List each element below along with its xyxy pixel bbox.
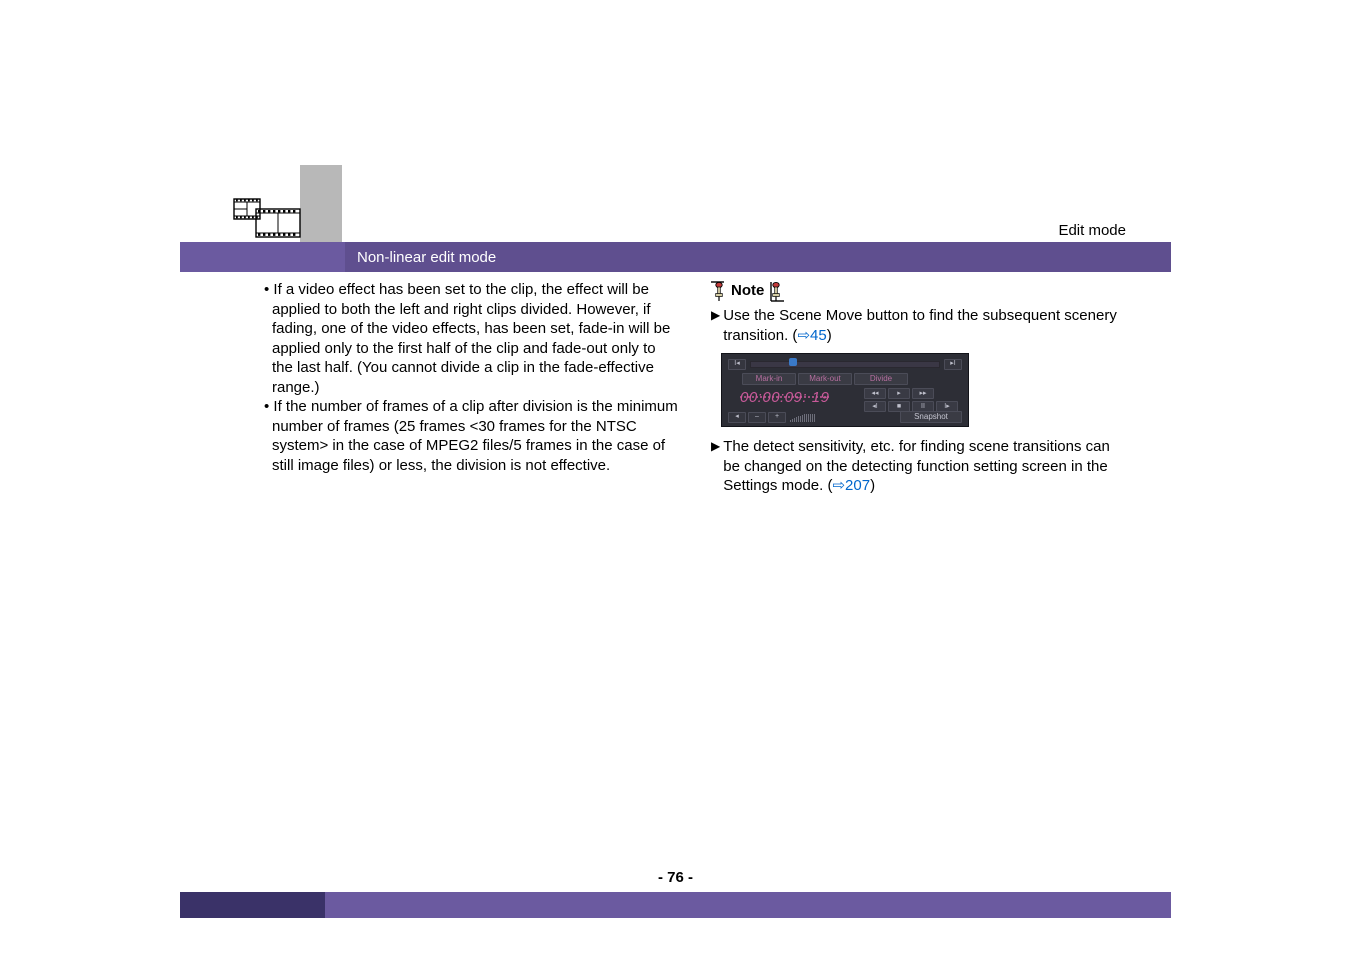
nudge-left-icon: ◂ [728, 412, 746, 423]
film-strip-icon [232, 195, 302, 240]
section-title: Non-linear edit mode [345, 242, 1171, 272]
screenshot-label-row: Mark-in Mark-out Divide [742, 373, 908, 385]
plus-icon: + [768, 412, 786, 423]
timeline-track [750, 361, 940, 368]
note-header: Note [711, 280, 1126, 302]
skip-start-icon: I◂ [728, 359, 746, 370]
gray-block [300, 165, 342, 243]
audio-waveform [788, 412, 898, 422]
note-item-2-text: The detect sensitivity, etc. for finding… [723, 437, 1126, 496]
note-item-1: ▶ Use the Scene Move button to find the … [711, 306, 1126, 345]
triangle-icon: ▶ [711, 306, 720, 324]
divide-button: Divide [854, 373, 908, 385]
page-number: - 76 - [0, 869, 1351, 886]
note2-pre: The detect sensitivity, etc. for finding… [723, 438, 1110, 494]
edit-mode-label: Edit mode [1058, 222, 1126, 239]
pin-icon [768, 280, 784, 302]
rewind-icon: ◂◂ [864, 388, 886, 399]
footer-light-block [325, 892, 1171, 918]
left-column: • If a video effect has been set to the … [264, 280, 679, 496]
note2-post: ) [870, 477, 875, 494]
note-item-2: ▶ The detect sensitivity, etc. for findi… [711, 437, 1126, 496]
note1-post: ) [827, 327, 832, 344]
mark-in-button: Mark-in [742, 373, 796, 385]
ui-screenshot: I◂ ▸I Mark-in Mark-out Divide 00:00:09: … [721, 353, 969, 427]
note-label: Note [731, 281, 764, 301]
play-icon: ▸ [888, 388, 910, 399]
playhead-icon [789, 358, 797, 366]
section-banner: Non-linear edit mode [180, 242, 1171, 272]
forward-icon: ▸▸ [912, 388, 934, 399]
mark-out-button: Mark-out [798, 373, 852, 385]
header: Edit mode Non-linear edit mode [0, 0, 1351, 265]
pin-icon [711, 280, 727, 302]
skip-end-icon: ▸I [944, 359, 962, 370]
left-para-1: • If a video effect has been set to the … [264, 280, 679, 397]
footer [180, 892, 1171, 918]
link-207[interactable]: ⇨207 [832, 477, 870, 494]
screenshot-timeline-row: I◂ ▸I [728, 358, 962, 370]
content: • If a video effect has been set to the … [264, 280, 1126, 496]
left-para-2: • If the number of frames of a clip afte… [264, 397, 679, 475]
link-45[interactable]: ⇨45 [797, 327, 826, 344]
footer-dark-block [180, 892, 325, 918]
snapshot-button: Snapshot [900, 411, 962, 423]
right-column: Note ▶ Use the Scene Move button to find… [711, 280, 1126, 496]
transport-controls: ◂◂ ▸ ▸▸ ◂I ■ II I▸ [864, 388, 958, 412]
note-item-1-text: Use the Scene Move button to find the su… [723, 306, 1126, 345]
screenshot-bottom-row: ◂ – + Snapshot [728, 411, 962, 423]
minus-icon: – [748, 412, 766, 423]
note1-pre: Use the Scene Move button to find the su… [723, 307, 1117, 344]
page: Edit mode Non-linear edit mode • If a vi… [0, 0, 1351, 954]
timecode-display: 00:00:09: 19 [740, 388, 829, 408]
triangle-icon: ▶ [711, 437, 720, 455]
